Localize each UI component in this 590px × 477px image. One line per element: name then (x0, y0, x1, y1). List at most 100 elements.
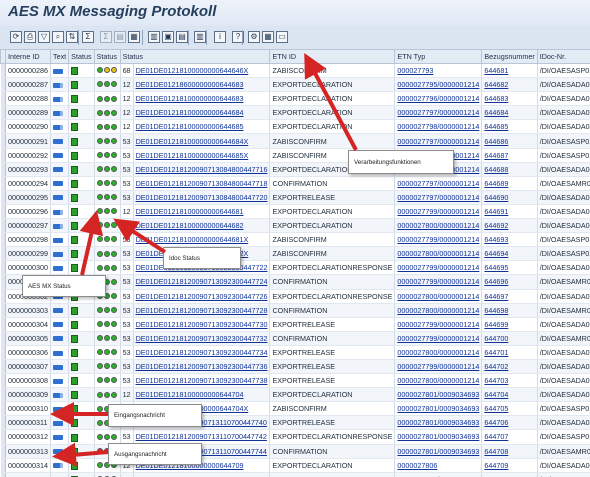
cell-etn-id-link[interactable]: DE01DE01218100000000644681X (133, 232, 271, 248)
cell-status-aes[interactable] (68, 260, 95, 276)
cell-status-lights[interactable] (94, 345, 121, 360)
choose-icon[interactable]: ▭ (276, 31, 288, 43)
table-row[interactable]: 0000000309 12 DE01DE01218100000000644704 EX… (0, 387, 590, 403)
table-row[interactable]: 0000000306 53 DE01DE0121812009071309230044… (0, 345, 590, 360)
cell-idoc-nr-link[interactable]: 644689 (481, 176, 538, 191)
cell-idoc-nr-link[interactable]: 644710 (481, 472, 538, 477)
cell-status-aes[interactable] (68, 91, 95, 107)
cell-bezugsnummer-link[interactable]: 0000027799/0000001214 (394, 274, 483, 290)
cell-status-aes[interactable] (68, 162, 95, 177)
table-row[interactable]: 0000000293 53 DE01DE0121812009071308480044… (0, 162, 590, 177)
table-row[interactable]: 000000030053DE01DE0121812009071309230044… (0, 260, 590, 276)
cell-text[interactable] (50, 260, 70, 276)
table-row[interactable]: 0000000289 12 DE01DE01218100000000644684 EX… (0, 105, 590, 121)
cell-bezugsnummer-link[interactable]: 0000027797/0000001214 (394, 190, 483, 205)
cell-idoc-nr-link[interactable]: 644703 (481, 373, 538, 389)
find-icon[interactable]: ⌕ (52, 31, 64, 43)
cell-status-lights[interactable] (94, 260, 121, 276)
table-row[interactable]: 0000000308 53 DE01DE0121812009071309230044… (0, 373, 590, 389)
cell-status-aes[interactable] (68, 373, 95, 389)
cell-etn-id-link[interactable]: DE01DE01218120090713092300447734 (133, 345, 271, 360)
column-header[interactable]: IDoc-Nr. (536, 49, 590, 64)
info-icon[interactable]: i (214, 31, 226, 43)
cell-text[interactable] (50, 373, 70, 389)
cell-etn-id-link[interactable]: DE01DE01218100000000644681 (133, 204, 271, 220)
cell-etn-id-link[interactable]: DE01DE01218120090713084800447718 (133, 176, 271, 191)
cell-status-lights[interactable] (94, 77, 121, 93)
cell-status-aes[interactable] (68, 401, 95, 417)
cell-status-aes[interactable] (68, 77, 95, 93)
columns-icon[interactable]: ▤ (176, 31, 188, 43)
cell-status-lights[interactable] (94, 303, 121, 318)
cell-text[interactable] (50, 303, 70, 318)
cell-bezugsnummer-link[interactable]: 0000027796/0000001214 (394, 91, 483, 107)
cell-status-lights[interactable] (94, 373, 121, 389)
table-row[interactable]: 0000000291 53 DE01DE01218100000000644684X Z… (0, 133, 590, 149)
cell-idoc-nr-link[interactable]: 644697 (481, 289, 538, 304)
cell-bezugsnummer-link[interactable]: 0000027800/0000001214 (394, 345, 483, 360)
column-header[interactable]: Interne ID (5, 49, 51, 64)
table-row[interactable]: 000000031153DE01DE0121812009071311070044… (0, 415, 590, 431)
cell-bezugsnummer-link[interactable]: 0000027800/0000001214 (394, 289, 483, 304)
cell-status-aes[interactable] (68, 359, 95, 375)
layout-icon[interactable]: ▤ (114, 31, 126, 43)
cell-etn-id-link[interactable]: DE01DE01218100000000644704 (133, 387, 271, 403)
cell-etn-id-link[interactable]: DE01DE01218120090713092300447730 (133, 317, 271, 332)
filter-icon[interactable]: ▽ (38, 31, 50, 43)
export-icon[interactable]: ▦ (128, 31, 140, 43)
table-row[interactable]: 0000000305 53 DE01DE0121812009071309230044… (0, 331, 590, 346)
cell-idoc-nr-link[interactable]: 644688 (481, 162, 538, 177)
cell-text[interactable] (50, 331, 70, 346)
column-header[interactable]: Status (119, 49, 271, 64)
cell-bezugsnummer-link[interactable]: 0000027797/0000001214 (394, 133, 483, 149)
cell-idoc-nr-link[interactable]: 644699 (481, 317, 538, 332)
column-header[interactable]: ETN Typ (394, 49, 483, 64)
cell-bezugsnummer-link[interactable]: 0000027806 (394, 458, 483, 473)
sort-icon[interactable]: ⇅ (66, 31, 78, 43)
cell-status-lights[interactable] (94, 218, 121, 234)
cell-status-aes[interactable] (68, 232, 95, 248)
cell-text[interactable] (50, 176, 70, 191)
cell-etn-id-link[interactable]: DE01DE01218100000000644684 (133, 105, 271, 121)
refresh-icon[interactable]: ⟳ (10, 31, 22, 43)
cell-etn-id-link[interactable]: DE01DE01218100000000644710 (133, 472, 271, 477)
variant-icon[interactable]: ▦ (262, 31, 274, 43)
cell-text[interactable] (50, 415, 70, 431)
cell-status-lights[interactable] (94, 246, 121, 262)
cell-idoc-nr-link[interactable]: 644682 (481, 77, 538, 93)
cell-etn-id-link[interactable]: DE01DE01218100000000644683 (133, 91, 271, 107)
cell-status-lights[interactable] (94, 148, 121, 163)
cell-status-lights[interactable] (94, 63, 121, 79)
cell-idoc-nr-link[interactable]: 644701 (481, 345, 538, 360)
cell-text[interactable] (50, 458, 70, 473)
settings-icon[interactable]: ⚙ (248, 31, 260, 43)
sum-icon[interactable]: Σ (82, 31, 94, 43)
cell-idoc-nr-link[interactable]: 644702 (481, 359, 538, 375)
table-row[interactable]: 0000000297 12 DE01DE01218100000000644682 EX… (0, 218, 590, 234)
cell-idoc-nr-link[interactable]: 644706 (481, 415, 538, 431)
cell-etn-id-link[interactable]: DE01DE01218120090713110700447742 (133, 429, 271, 445)
cell-bezugsnummer-link[interactable]: 0000027799/0000001214 (394, 359, 483, 375)
cell-text[interactable] (50, 232, 70, 248)
cell-idoc-nr-link[interactable]: 644683 (481, 91, 538, 107)
cell-bezugsnummer-link[interactable]: 0000027800/0000001214 (394, 303, 483, 318)
cell-status-aes[interactable] (68, 133, 95, 149)
cell-etn-id-link[interactable]: DE01DE01218100000000644685 (133, 119, 271, 135)
table-row[interactable]: 0000000303 53 DE01DE0121812009071309230044… (0, 303, 590, 318)
details-icon[interactable]: ▥ (194, 31, 206, 43)
table-row[interactable]: 0000000304 53 DE01DE0121812009071309230044… (0, 317, 590, 332)
cell-etn-id-link[interactable]: DE01DE01218120090713084800447720 (133, 190, 271, 205)
cell-etn-id-link[interactable]: DE01DE01218120090713092300447726 (133, 289, 271, 304)
cell-bezugsnummer-link[interactable]: 0000027797/0000001214 (394, 176, 483, 191)
cell-idoc-nr-link[interactable]: 644705 (481, 401, 538, 417)
cell-idoc-nr-link[interactable]: 644687 (481, 148, 538, 163)
cell-etn-id-link[interactable]: DE01DE01218100000000644685X (133, 148, 271, 163)
cell-status-lights[interactable] (94, 190, 121, 205)
cell-status-aes[interactable] (68, 190, 95, 205)
cell-etn-id-link[interactable]: DE01DE01218120090713092300447728 (133, 303, 271, 318)
cell-idoc-nr-link[interactable]: 644698 (481, 303, 538, 318)
column-header[interactable]: Text (49, 49, 70, 64)
cell-status-lights[interactable] (94, 317, 121, 332)
cell-bezugsnummer-link[interactable]: 0000027801/0009034693 (394, 444, 483, 459)
cell-idoc-nr-link[interactable]: 644685 (481, 119, 538, 135)
